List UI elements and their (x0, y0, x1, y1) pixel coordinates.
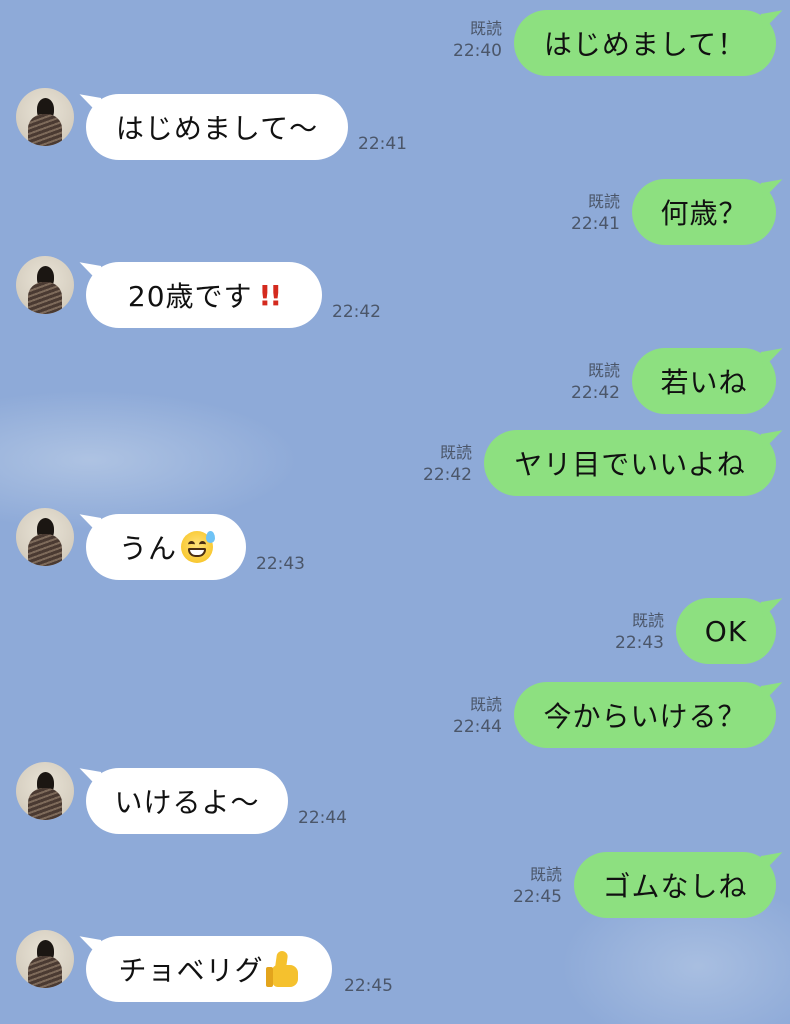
message-bubble-outgoing[interactable]: OK (676, 598, 776, 664)
message-meta: 既読 22:42 (423, 442, 472, 486)
read-receipt: 既読 (587, 192, 620, 211)
message-bubble-outgoing[interactable]: 何歳？ (632, 179, 776, 245)
message-row-incoming: はじめまして〜 22:41 (0, 88, 790, 162)
message-bubble-incoming[interactable]: はじめまして〜 (86, 94, 348, 160)
message-row-outgoing: 既読 22:45 ゴムなしね (0, 848, 790, 920)
read-receipt: 既読 (439, 443, 472, 462)
message-row-outgoing: 既読 22:42 若いね (0, 344, 790, 416)
message-row-outgoing: 既読 22:43 OK (0, 594, 790, 666)
avatar[interactable] (16, 762, 74, 820)
thumbs-up-icon (265, 950, 300, 987)
read-receipt: 既読 (587, 361, 620, 380)
message-time: 22:43 (256, 554, 305, 574)
message-time: 22:45 (344, 976, 393, 996)
message-text: ゴムなしね (602, 870, 748, 903)
avatar[interactable] (16, 508, 74, 566)
message-row-outgoing: 既読 22:42 ヤリ目でいいよね (0, 426, 790, 498)
message-text: ヤリ目でいいよね (514, 448, 746, 481)
message-text: はじめまして〜 (115, 112, 319, 145)
message-bubble-outgoing[interactable]: 若いね (632, 348, 776, 414)
avatar[interactable] (16, 930, 74, 988)
grinning-sweat-face-icon (181, 531, 215, 563)
message-time: 22:44 (298, 808, 347, 828)
message-bubble-incoming[interactable]: いけるよ〜 (86, 768, 288, 834)
message-meta: 既読 22:40 (453, 18, 502, 62)
message-text: はじめまして！ (543, 28, 747, 61)
message-row-incoming: 20歳です !! 22:42 (0, 256, 790, 330)
double-exclamation-icon: !! (258, 278, 283, 312)
read-receipt: 既読 (529, 865, 562, 884)
avatar[interactable] (16, 88, 74, 146)
message-text: チョベリグ (118, 954, 264, 987)
message-bubble-incoming[interactable]: うん (86, 514, 246, 580)
avatar[interactable] (16, 256, 74, 314)
message-text: 何歳？ (660, 197, 748, 230)
message-row-outgoing: 既読 22:40 はじめまして！ (0, 6, 790, 78)
message-meta: 既読 22:45 (513, 864, 562, 908)
read-receipt: 既読 (469, 19, 502, 38)
message-meta: 既読 22:44 (453, 694, 502, 738)
message-meta: 既読 22:43 (615, 610, 664, 654)
message-bubble-outgoing[interactable]: ヤリ目でいいよね (484, 430, 776, 496)
message-time: 22:42 (332, 302, 381, 322)
message-text: OK (704, 614, 748, 648)
message-time: 22:41 (358, 134, 407, 154)
message-time: 22:41 (571, 214, 620, 234)
message-row-incoming: いけるよ〜 22:44 (0, 762, 790, 836)
read-receipt: 既読 (631, 611, 664, 630)
message-bubble-incoming[interactable]: チョベリグ (86, 936, 332, 1002)
message-text: 今からいける？ (543, 700, 747, 733)
message-text: うん (118, 532, 177, 565)
message-time: 22:42 (423, 465, 472, 485)
message-row-incoming: うん 22:43 (0, 508, 790, 582)
message-meta: 既読 22:42 (571, 360, 620, 404)
message-time: 22:43 (615, 633, 664, 653)
message-bubble-incoming[interactable]: 20歳です !! (86, 262, 322, 328)
message-row-outgoing: 既読 22:44 今からいける？ (0, 678, 790, 750)
read-receipt: 既読 (469, 695, 502, 714)
message-time: 22:44 (453, 717, 502, 737)
message-time: 22:42 (571, 383, 620, 403)
message-meta: 既読 22:41 (571, 191, 620, 235)
message-bubble-outgoing[interactable]: はじめまして！ (514, 10, 776, 76)
message-row-outgoing: 既読 22:41 何歳？ (0, 175, 790, 247)
message-text: 若いね (660, 366, 748, 399)
chat-view: 既読 22:40 はじめまして！ はじめまして〜 22:41 既読 22:41 … (0, 0, 790, 1024)
message-text: いけるよ〜 (114, 786, 260, 819)
message-text: 20歳です (127, 280, 253, 313)
message-time: 22:45 (513, 887, 562, 907)
message-row-incoming: チョベリグ 22:45 (0, 930, 790, 1004)
message-time: 22:40 (453, 41, 502, 61)
message-bubble-outgoing[interactable]: 今からいける？ (514, 682, 776, 748)
message-bubble-outgoing[interactable]: ゴムなしね (574, 852, 776, 918)
